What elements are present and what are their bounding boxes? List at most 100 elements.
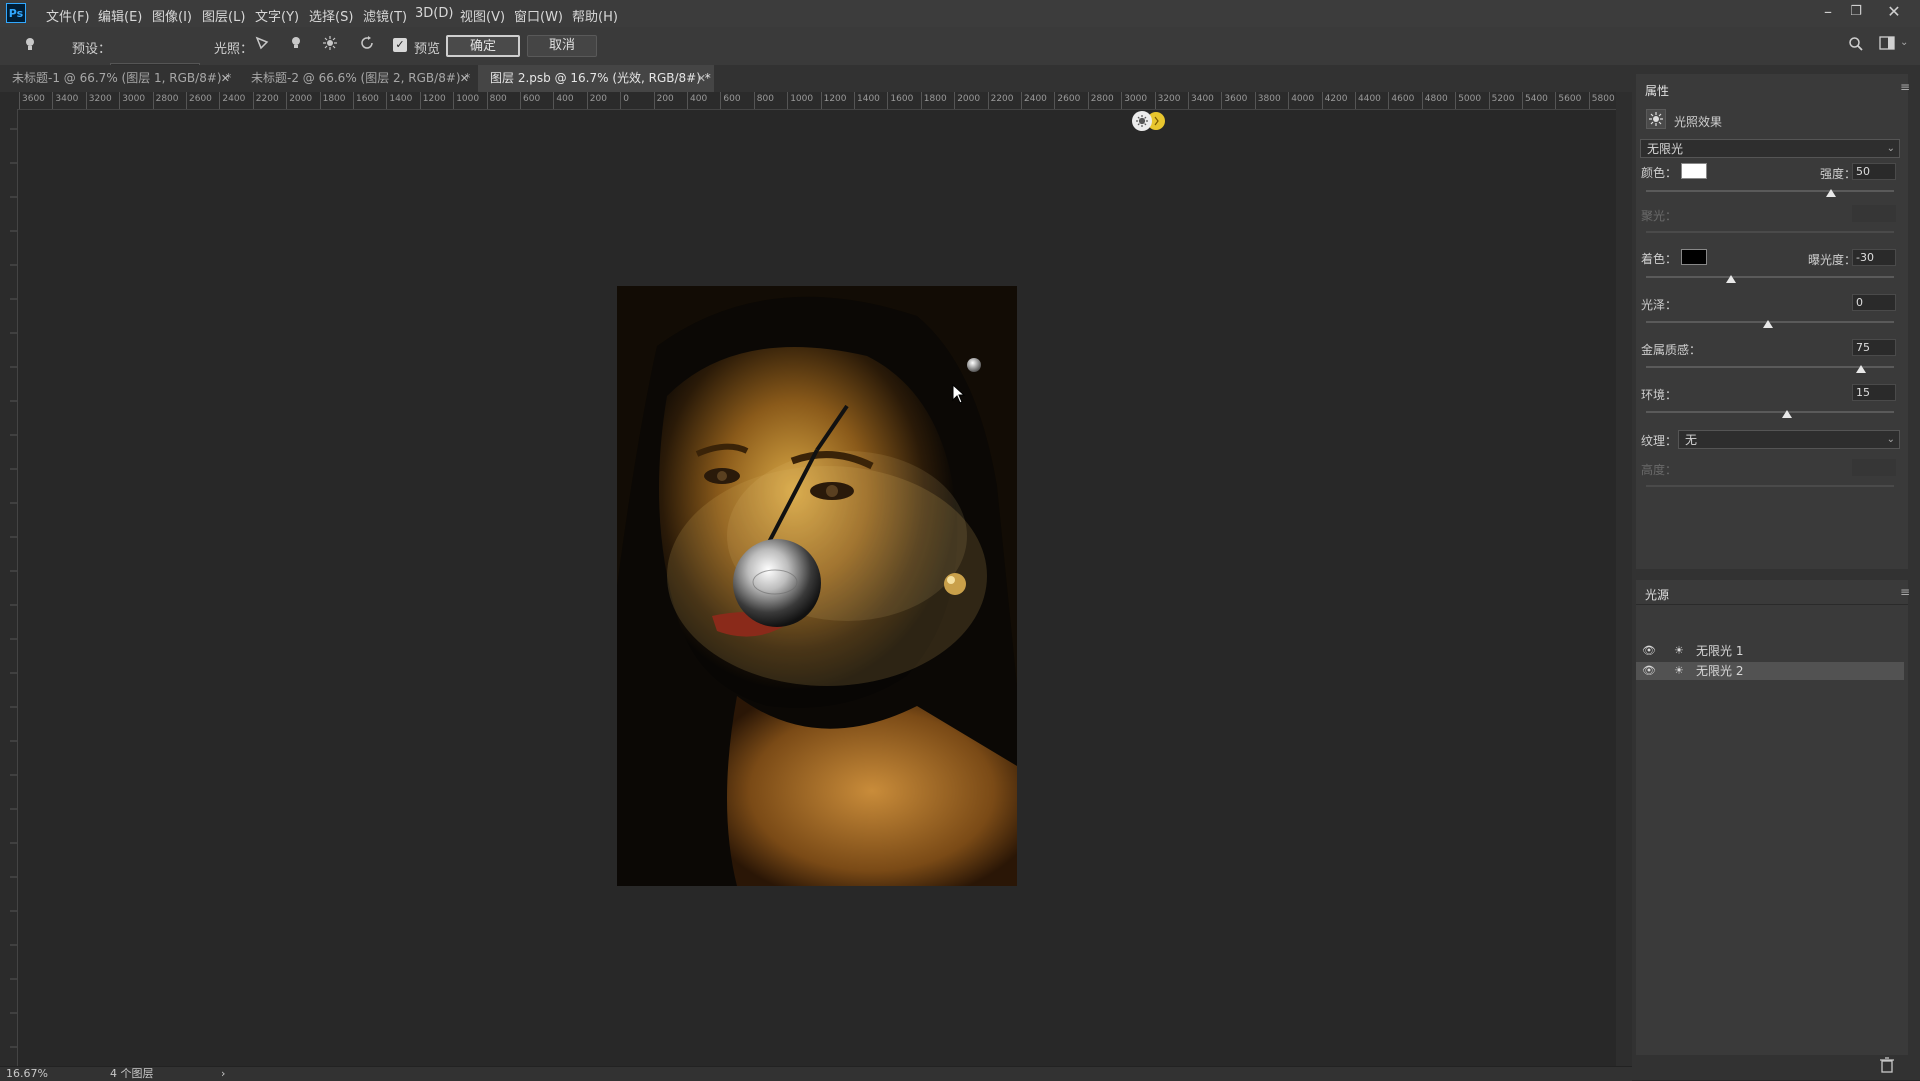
intensity-input[interactable]: 50 <box>1852 163 1896 180</box>
ruler-tick-line <box>854 92 855 109</box>
color-swatch[interactable] <box>1681 163 1707 179</box>
close-window-icon[interactable]: ✕ <box>1882 2 1906 21</box>
height-label: 高度： <box>1641 463 1678 477</box>
ambience-slider-thumb[interactable] <box>1782 410 1792 418</box>
hotspot-label: 聚光： <box>1641 209 1678 223</box>
ruler-tick-label: 1200 <box>823 94 847 104</box>
ambience-input[interactable]: 15 <box>1852 384 1896 401</box>
ruler-tick-label: 2600 <box>189 94 212 104</box>
tab-untitled-2[interactable]: 未标题-2 @ 66.6% (图层 2, RGB/8#) * ✕ <box>239 65 477 92</box>
cancel-button[interactable]: 取消 <box>527 35 597 57</box>
ruler-tick-label: 4800 <box>1424 94 1448 104</box>
menu-edit[interactable]: 编辑(E) <box>98 6 142 25</box>
metallic-slider-thumb[interactable] <box>1856 365 1866 373</box>
document-tab-bar: 未标题-1 @ 66.7% (图层 1, RGB/8#) * ✕ 未标题-2 @… <box>0 65 1632 92</box>
light-type-select[interactable]: 无限光 ⌄ <box>1640 139 1900 158</box>
reset-icon[interactable] <box>358 36 378 56</box>
tab-layer2-psb[interactable]: 图层 2.psb @ 16.7% (光效, RGB/8#) * ✕ <box>478 65 714 92</box>
ruler-tick-label: 5800 <box>1591 94 1615 104</box>
chevron-down-icon: ⌄ <box>1886 434 1895 445</box>
ok-button[interactable]: 确定 <box>446 35 520 57</box>
close-tab-icon[interactable]: ✕ <box>221 65 230 92</box>
options-bar: 预设： 自定 ⌄ 光照： ✓ 预览 确定 取消 ⌄ <box>0 27 1920 83</box>
ambience-label: 环境： <box>1641 388 1678 402</box>
metallic-input[interactable]: 75 <box>1852 339 1896 356</box>
ruler-tick-line <box>1021 92 1022 109</box>
ruler-tick-line <box>1588 92 1590 109</box>
menu-3d[interactable]: 3D(D) <box>415 6 453 21</box>
infinite-light-icon[interactable] <box>320 36 340 56</box>
workspace-chevron-icon[interactable]: ⌄ <box>1900 37 1908 48</box>
trash-icon[interactable] <box>1880 1057 1896 1073</box>
menu-filter[interactable]: 滤镜(T) <box>363 6 407 25</box>
gloss-label: 光泽： <box>1641 298 1678 312</box>
lighting-tool-icon[interactable] <box>20 36 40 56</box>
texture-select[interactable]: 无 ⌄ <box>1678 430 1900 449</box>
lights-panel-menu-icon[interactable]: ≡ <box>1900 585 1910 599</box>
menu-help[interactable]: 帮助(H) <box>572 6 618 25</box>
menu-image[interactable]: 图像(I) <box>152 6 192 25</box>
hotspot-slider <box>1646 231 1894 233</box>
ruler-tick-label: 2400 <box>222 94 246 104</box>
ruler-tick-line <box>1054 92 1056 109</box>
ruler-tick-label: 400 <box>556 94 574 104</box>
document-image[interactable] <box>617 286 1017 886</box>
exposure-slider-thumb[interactable] <box>1726 275 1736 283</box>
status-bar: 16.67% 4 个图层 › <box>0 1066 1632 1081</box>
status-menu-arrow-icon[interactable]: › <box>221 1067 225 1081</box>
minimize-icon[interactable]: – <box>1816 2 1840 21</box>
lighting-effects-title: 光照效果 <box>1674 115 1723 129</box>
light-item-2[interactable]: 👁 ☀ 无限光 2 <box>1636 662 1904 680</box>
gloss-slider-thumb[interactable] <box>1763 320 1773 328</box>
vertical-ruler[interactable] <box>0 109 18 1066</box>
exposure-input[interactable]: -30 <box>1852 249 1896 266</box>
menu-type[interactable]: 文字(Y) <box>255 6 299 25</box>
ruler-tick-label: 200 <box>656 94 674 104</box>
menu-layer[interactable]: 图层(L) <box>202 6 245 25</box>
infinite-light-icon: ☀ <box>1674 644 1684 657</box>
exposure-slider[interactable] <box>1646 276 1894 278</box>
ruler-tick-line <box>1188 92 1189 109</box>
tint-swatch[interactable] <box>1681 249 1707 265</box>
spot-light-icon[interactable] <box>252 36 272 56</box>
ruler-tick-line <box>19 92 20 109</box>
texture-value: 无 <box>1685 433 1698 447</box>
ruler-tick-line <box>353 92 354 109</box>
panel-menu-icon[interactable]: ≡ <box>1900 80 1910 94</box>
ruler-tick-label: 1800 <box>923 94 947 104</box>
lights-tab[interactable]: 光源 <box>1645 586 1669 603</box>
ruler-tick-line <box>1555 92 1557 109</box>
visibility-eye-icon[interactable]: 👁 <box>1642 642 1656 660</box>
preview-checkbox[interactable]: ✓ <box>393 38 407 52</box>
intensity-label: 强度： <box>1820 167 1857 181</box>
visibility-eye-icon[interactable]: 👁 <box>1642 662 1656 680</box>
tab-untitled-1[interactable]: 未标题-1 @ 66.7% (图层 1, RGB/8#) * ✕ <box>0 65 238 92</box>
close-tab-icon[interactable]: ✕ <box>460 65 469 92</box>
light-toggle-widget[interactable] <box>1128 110 1168 132</box>
workspace-icon[interactable] <box>1877 36 1897 56</box>
ruler-tick-line <box>653 92 655 109</box>
intensity-slider-thumb[interactable] <box>1826 189 1836 197</box>
properties-tab[interactable]: 属性 <box>1645 82 1669 99</box>
menu-view[interactable]: 视图(V) <box>460 6 505 25</box>
color-label: 颜色： <box>1641 166 1678 180</box>
intensity-slider[interactable] <box>1646 190 1894 192</box>
ruler-tick-label: 1000 <box>456 94 480 104</box>
light-item-1[interactable]: 👁 ☀ 无限光 1 <box>1636 642 1904 660</box>
menu-window[interactable]: 窗口(W) <box>514 6 563 25</box>
menu-file[interactable]: 文件(F) <box>46 6 90 25</box>
menu-select[interactable]: 选择(S) <box>309 6 353 25</box>
ruler-tick-label: 1800 <box>322 94 346 104</box>
zoom-level[interactable]: 16.67% <box>6 1067 48 1081</box>
vertical-scrollbar[interactable] <box>1616 92 1632 1066</box>
ambience-slider[interactable] <box>1646 411 1894 413</box>
restore-icon[interactable]: ❐ <box>1844 4 1868 19</box>
ruler-tick-line <box>486 92 488 109</box>
close-tab-icon[interactable]: ✕ <box>697 65 706 92</box>
ruler-tick-label: 200 <box>589 94 607 104</box>
point-light-icon[interactable] <box>286 36 306 56</box>
horizontal-ruler[interactable]: 3600 3400 3200 3000 2800 2600 2400 2200 2000 1800… <box>0 92 1616 110</box>
ruler-tick-line <box>753 92 755 109</box>
gloss-input[interactable]: 0 <box>1852 294 1896 311</box>
search-icon[interactable] <box>1846 36 1866 56</box>
